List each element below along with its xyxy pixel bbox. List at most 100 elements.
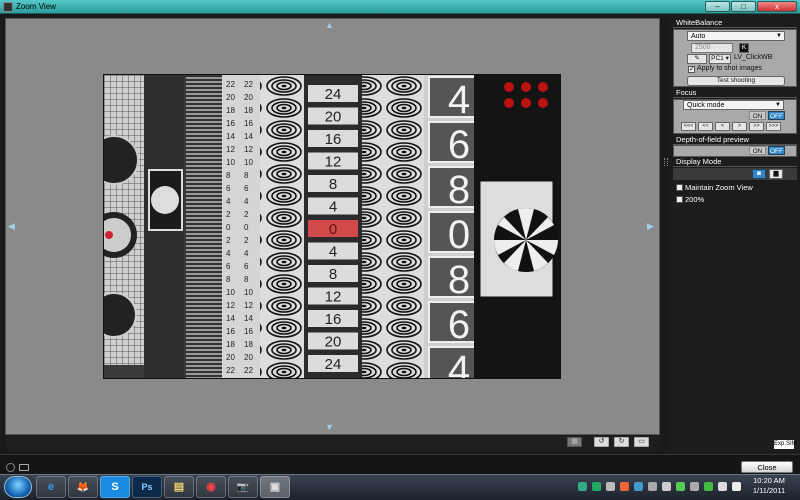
pan-left-arrow[interactable]: ◀ bbox=[8, 221, 15, 232]
focus-near-1-button[interactable]: > bbox=[732, 122, 747, 131]
scale-label-small: 6 bbox=[226, 262, 231, 271]
scale-label-small: 22 bbox=[244, 366, 253, 375]
scale-label-small: 20 bbox=[226, 93, 235, 102]
scale-label-small: 4 bbox=[244, 197, 249, 206]
firefox-icon[interactable]: 🦊 bbox=[68, 476, 98, 498]
aspect-frame-button[interactable]: ▭ bbox=[634, 437, 649, 447]
dof-on-button[interactable]: ON bbox=[749, 146, 766, 155]
chrome-icon[interactable]: ◉ bbox=[196, 476, 226, 498]
scale-label-small: 12 bbox=[226, 301, 235, 310]
maintain-zoom-checkbox[interactable] bbox=[676, 184, 683, 191]
close-window-button[interactable]: x bbox=[757, 1, 797, 12]
clock-time: 10:20 AM bbox=[753, 476, 785, 485]
scale-label-small: 22 bbox=[226, 80, 235, 89]
eos-utility-icon[interactable]: ▣ bbox=[260, 476, 290, 498]
tray-icon-4[interactable] bbox=[620, 482, 629, 491]
focus-far-1-button[interactable]: < bbox=[715, 122, 730, 131]
scale-label-small: 6 bbox=[226, 184, 231, 193]
tray-icon-1[interactable] bbox=[578, 482, 587, 491]
tray-icon-8[interactable] bbox=[676, 482, 685, 491]
scale-label-small: 2 bbox=[226, 236, 231, 245]
scale-label-small: 18 bbox=[226, 340, 235, 349]
explorer-icon[interactable]: ▤ bbox=[164, 476, 194, 498]
tray-icon-7[interactable] bbox=[662, 482, 671, 491]
pan-down-arrow[interactable]: ▼ bbox=[325, 422, 334, 432]
scale-label-small: 2 bbox=[226, 210, 231, 219]
focus-near-2-button[interactable]: >> bbox=[749, 122, 764, 131]
chevron-down-icon: ▼ bbox=[776, 33, 782, 39]
photoshop-icon[interactable]: Ps bbox=[132, 476, 162, 498]
network-icon[interactable] bbox=[718, 482, 727, 491]
taskbar-clock[interactable]: 10:20 AM 1/11/2011 bbox=[744, 476, 794, 496]
app-icon bbox=[3, 2, 13, 12]
camera-icon[interactable]: ◙ bbox=[752, 169, 766, 179]
internet-explorer-icon[interactable]: e bbox=[36, 476, 66, 498]
scale-label-small: 16 bbox=[226, 119, 235, 128]
scale-label-small: 16 bbox=[226, 327, 235, 336]
scale-label-center: 20 bbox=[325, 109, 342, 126]
scale-label-small: 8 bbox=[244, 275, 249, 284]
dof-header: Depth-of-field preview bbox=[673, 135, 797, 145]
eyedropper-icon[interactable]: ✎ bbox=[687, 54, 707, 64]
scale-label-small: 20 bbox=[226, 353, 235, 362]
white-balance-header: WhiteBalance bbox=[673, 18, 797, 28]
dof-off-button[interactable]: OFF bbox=[768, 146, 785, 155]
viewer-toolbar bbox=[5, 436, 660, 450]
scale-label-small: 14 bbox=[226, 132, 235, 141]
focus-far-2-button[interactable]: << bbox=[698, 122, 713, 131]
big-digit: 8 bbox=[448, 258, 470, 302]
window-titlebar: Zoom View – □ x bbox=[0, 0, 800, 14]
scale-label-small: 4 bbox=[244, 249, 249, 258]
maintain-zoom-label: Maintain Zoom View bbox=[685, 183, 753, 192]
scale-label-center: 8 bbox=[329, 266, 337, 283]
preset-name: LV_ClickWB bbox=[734, 54, 773, 61]
display-mode-header: Display Mode bbox=[673, 157, 797, 167]
scale-label-small: 4 bbox=[226, 197, 231, 206]
tray-icon-10[interactable] bbox=[704, 482, 713, 491]
grid-toggle-button[interactable]: ▦ bbox=[567, 437, 582, 447]
scale-label-small: 8 bbox=[244, 171, 249, 180]
apply-to-shot-checkbox[interactable]: ✓ bbox=[688, 66, 695, 73]
pan-up-arrow[interactable]: ▲ bbox=[325, 20, 334, 30]
tray-icon-3[interactable] bbox=[606, 482, 615, 491]
focus-near-3-button[interactable]: >>> bbox=[766, 122, 781, 131]
scale-label-small: 16 bbox=[244, 327, 253, 336]
maximize-button[interactable]: □ bbox=[731, 1, 756, 12]
white-balance-select[interactable]: Auto ▼ bbox=[687, 31, 785, 41]
skype-icon[interactable]: S bbox=[100, 476, 130, 498]
scale-label-small: 22 bbox=[244, 80, 253, 89]
volume-icon[interactable] bbox=[732, 482, 741, 491]
pc-preset-select[interactable]: PC1 ▾ bbox=[709, 54, 731, 64]
minimize-button[interactable]: – bbox=[705, 1, 730, 12]
tray-icon-2[interactable] bbox=[592, 482, 601, 491]
scale-label-small: 18 bbox=[226, 106, 235, 115]
tray-icon-9[interactable] bbox=[690, 482, 699, 491]
focus-far-3-button[interactable]: <<< bbox=[681, 122, 696, 131]
rotate-left-button[interactable]: ↺ bbox=[594, 437, 609, 447]
kelvin-unit-button[interactable]: K bbox=[739, 43, 749, 53]
scale-label-small: 10 bbox=[226, 158, 235, 167]
big-digit: 4 bbox=[448, 78, 470, 122]
white-balance-value: Auto bbox=[691, 33, 706, 40]
focus-off-button[interactable]: OFF bbox=[768, 111, 785, 120]
live-view-image[interactable]: 22 22 20 20 18 18 16 16 14 14 12 12 10 10 8 8 6 6 4 4 2 2 0 0 2 2… bbox=[103, 74, 561, 379]
scale-label-small: 2 bbox=[244, 210, 249, 219]
rotate-right-button[interactable]: ↻ bbox=[614, 437, 629, 447]
scale-label-small: 12 bbox=[226, 145, 235, 154]
focus-mode-select[interactable]: Quick mode ▼ bbox=[683, 100, 784, 110]
start-button[interactable] bbox=[4, 476, 32, 498]
pan-right-arrow[interactable]: ▶ bbox=[647, 221, 654, 232]
scale-label-small: 2 bbox=[244, 236, 249, 245]
tray-icon-5[interactable] bbox=[634, 482, 643, 491]
kelvin-input[interactable]: 2500 bbox=[691, 43, 733, 53]
monitor-icon[interactable]: ▆ bbox=[769, 169, 783, 179]
close-button[interactable]: Close bbox=[741, 461, 793, 473]
tray-icon-6[interactable] bbox=[648, 482, 657, 491]
zoom-200-checkbox[interactable] bbox=[676, 196, 683, 203]
focus-chart-image: 22 2220 2018 1816 1614 1412 1210 108 86 64 42 20 02 2… bbox=[104, 75, 560, 378]
panel-resize-grip[interactable] bbox=[664, 158, 668, 166]
scale-label-small: 16 bbox=[244, 119, 253, 128]
test-shooting-button[interactable]: Test shooting bbox=[687, 76, 785, 86]
focus-on-button[interactable]: ON bbox=[749, 111, 766, 120]
camera-utility-icon[interactable]: 📷 bbox=[228, 476, 258, 498]
